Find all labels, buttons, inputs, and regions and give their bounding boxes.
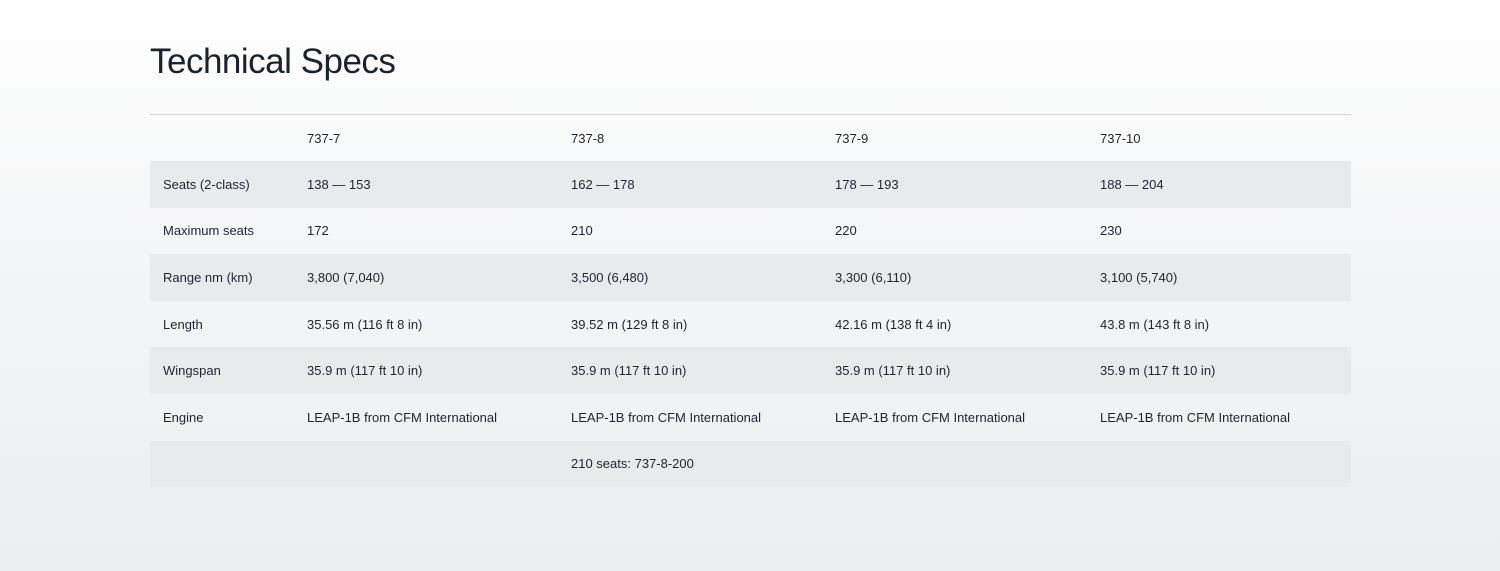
table-cell: 172 <box>307 223 329 239</box>
row-label: Maximum seats <box>163 223 255 239</box>
row-label <box>150 440 294 488</box>
table-row-length: Length 35.56 m (116 ft 8 in) 39.52 m (12… <box>150 301 1351 348</box>
table-cell: 220 <box>835 223 857 239</box>
row-label: Length <box>163 316 203 332</box>
table-cell <box>294 440 558 488</box>
table-header-row: 737-7 737-8 737-9 737-10 <box>150 115 1351 162</box>
table-cell: 178 — 193 <box>822 161 1087 208</box>
table-cell <box>1087 440 1351 488</box>
column-header-737-10: 737-10 <box>1100 130 1141 146</box>
table-cell: 35.56 m (116 ft 8 in) <box>307 316 423 332</box>
table-cell: 35.9 m (117 ft 10 in) <box>1087 347 1351 395</box>
table-cell: LEAP-1B from CFM International <box>571 409 762 425</box>
table-cell: 43.8 m (143 ft 8 in) <box>1100 316 1210 332</box>
table-cell: 210 <box>571 223 593 239</box>
table-row-wingspan: Wingspan 35.9 m (117 ft 10 in) 35.9 m (1… <box>150 347 1351 395</box>
column-header-737-7: 737-7 <box>307 130 341 146</box>
table-cell: 162 — 178 <box>558 161 822 208</box>
row-label: Range nm (km) <box>150 254 294 301</box>
table-cell: LEAP-1B from CFM International <box>307 409 498 425</box>
table-row-footnote: 210 seats: 737-8-200 <box>150 440 1351 488</box>
table-cell: 230 <box>1100 223 1122 239</box>
table-cell: 3,300 (6,110) <box>822 254 1087 301</box>
table-cell <box>822 440 1087 488</box>
row-label: Seats (2-class) <box>150 161 294 208</box>
table-row-seats-2-class: Seats (2-class) 138 — 153 162 — 178 178 … <box>150 161 1351 208</box>
table-row-engine: Engine LEAP-1B from CFM International LE… <box>150 394 1351 441</box>
table-cell: 3,100 (5,740) <box>1087 254 1351 301</box>
column-header-737-8: 737-8 <box>571 130 605 146</box>
column-header-empty <box>150 115 294 162</box>
table-cell: 3,500 (6,480) <box>558 254 822 301</box>
table-cell: 3,800 (7,040) <box>294 254 558 301</box>
table-cell: 39.52 m (129 ft 8 in) <box>571 316 688 332</box>
table-cell: 188 — 204 <box>1087 161 1351 208</box>
page-title: Technical Specs <box>150 42 396 81</box>
table-cell: LEAP-1B from CFM International <box>1100 409 1291 425</box>
table-cell: 210 seats: 737-8-200 <box>558 440 822 488</box>
column-header-737-9: 737-9 <box>835 130 869 146</box>
row-label: Engine <box>163 409 204 425</box>
table-cell: LEAP-1B from CFM International <box>835 409 1026 425</box>
row-label: Wingspan <box>150 347 294 395</box>
table-cell: 138 — 153 <box>294 161 558 208</box>
table-row-range: Range nm (km) 3,800 (7,040) 3,500 (6,480… <box>150 254 1351 301</box>
table-cell: 42.16 m (138 ft 4 in) <box>835 316 952 332</box>
table-cell: 35.9 m (117 ft 10 in) <box>294 347 558 395</box>
table-row-maximum-seats: Maximum seats 172 210 220 230 <box>150 208 1351 255</box>
table-cell: 35.9 m (117 ft 10 in) <box>558 347 822 395</box>
specs-table: 737-7 737-8 737-9 737-10 Seats (2-class)… <box>150 114 1351 488</box>
table-cell: 35.9 m (117 ft 10 in) <box>822 347 1087 395</box>
